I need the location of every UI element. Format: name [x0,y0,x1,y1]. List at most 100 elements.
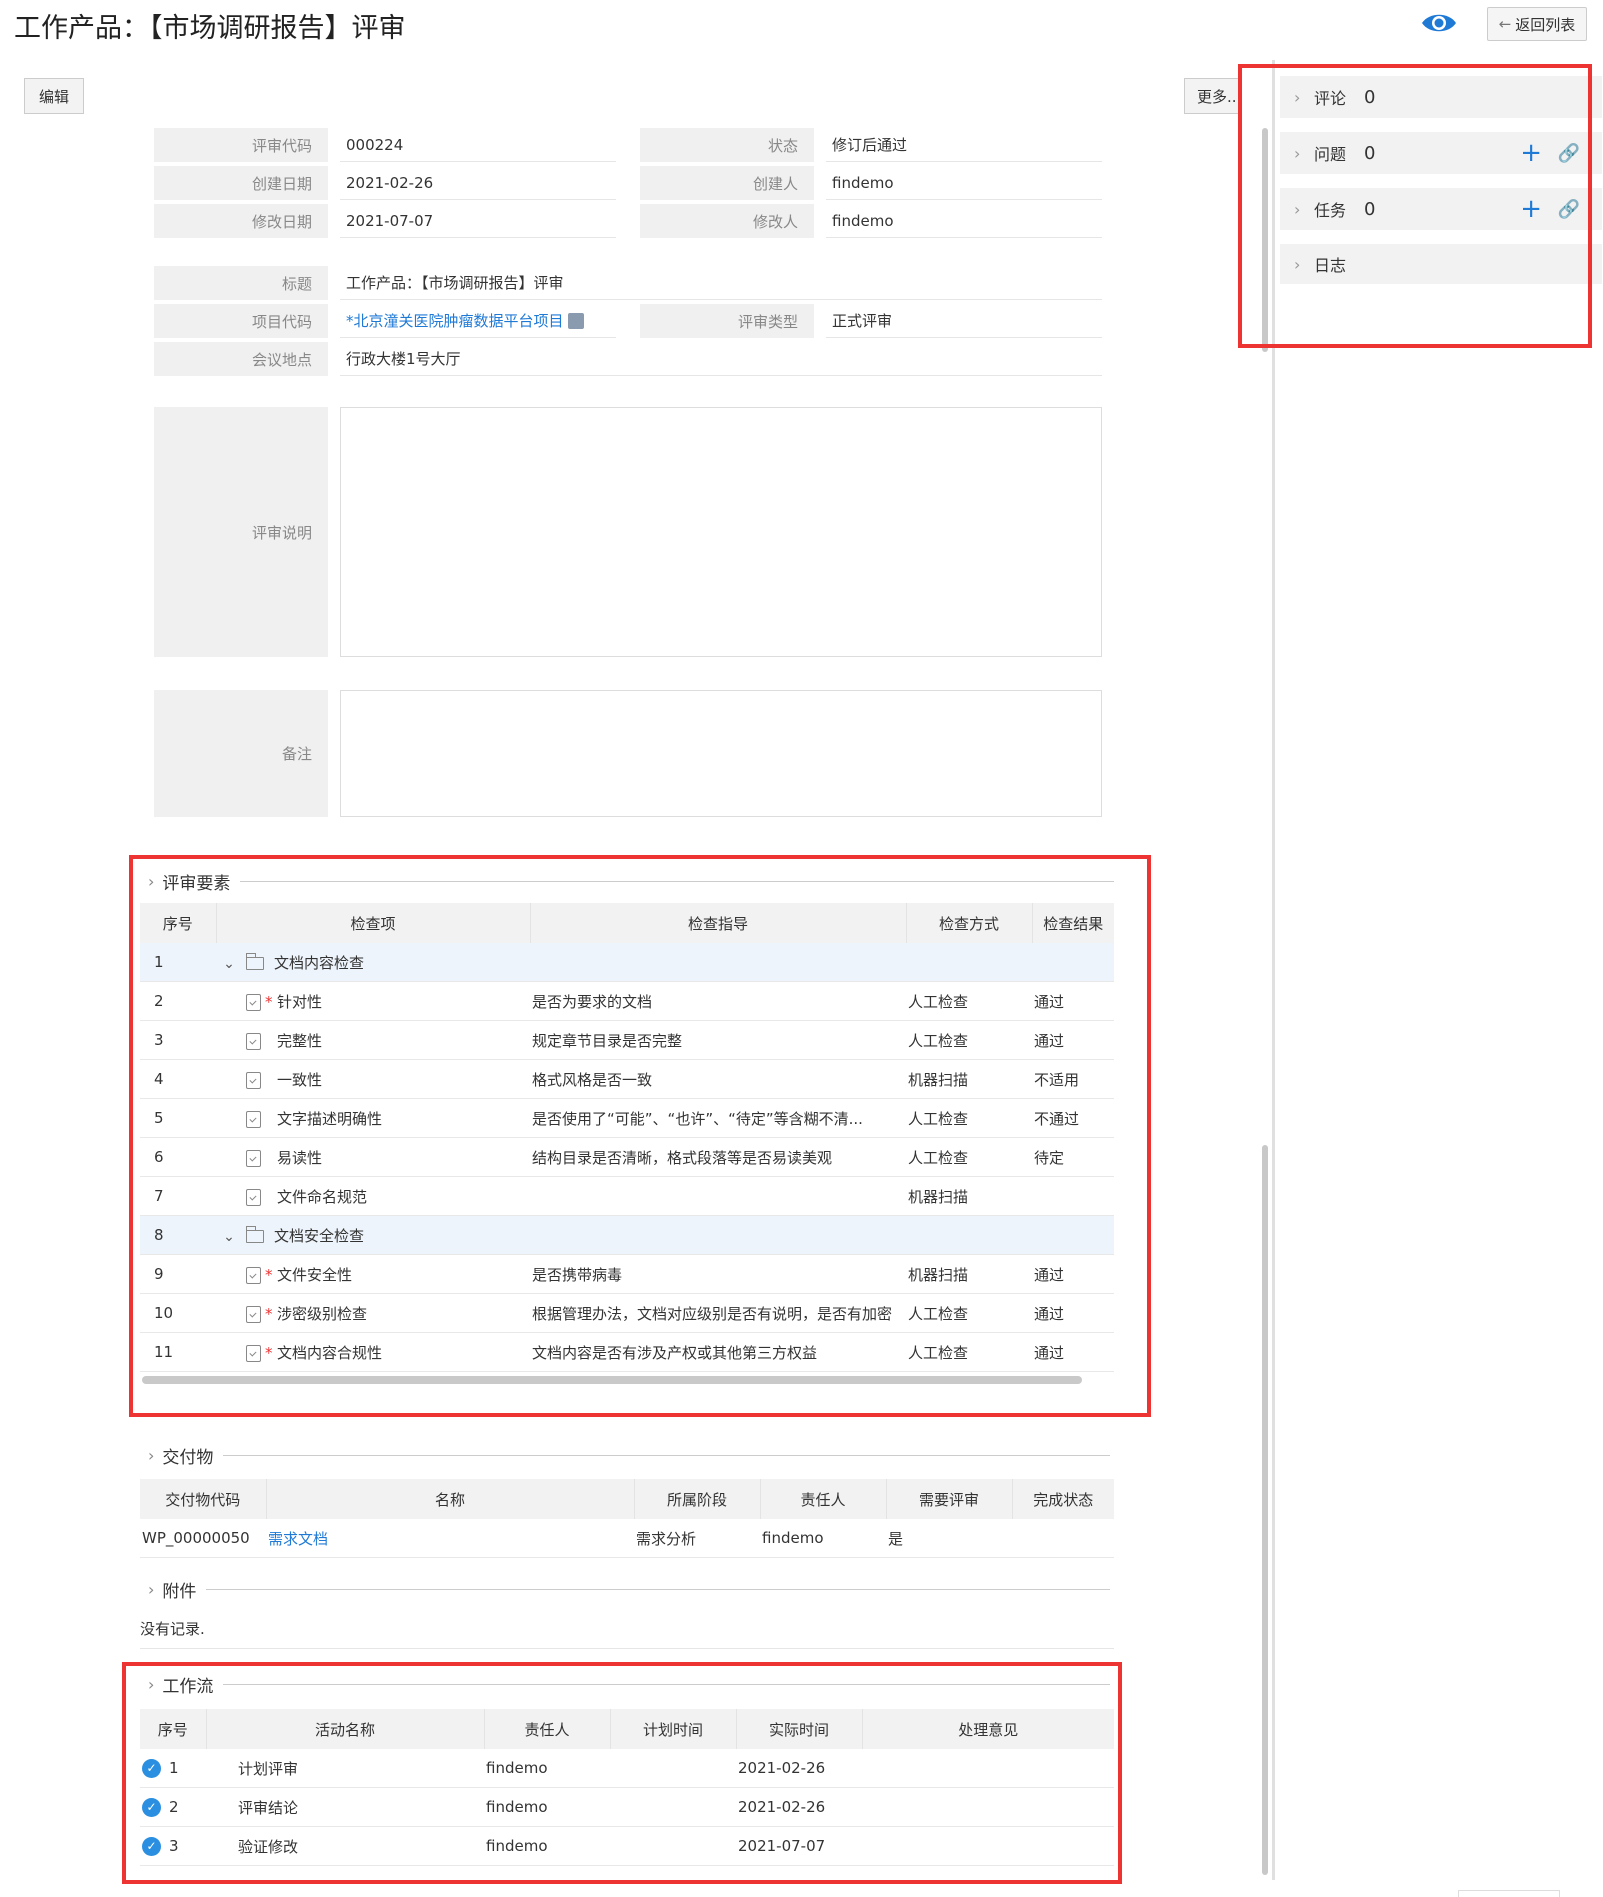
col-header[interactable]: 责任人 [760,1479,887,1519]
deliverable-status [1012,1519,1114,1558]
table-row[interactable]: 10 * 涉密级别检查 根据管理办法，文档对应级别是否有说明，是否有加密 人工检查 通过 [140,1293,1114,1333]
table-row[interactable]: 6 易读性 结构目录是否清晰，格式段落等是否易读美观 人工检查 待定 [140,1137,1114,1177]
vertical-scrollbar-top[interactable] [1262,128,1268,352]
more-button[interactable]: 更多... [1184,78,1242,114]
workflow-step-cell: ✓ 2 [140,1787,206,1827]
check-item-cell: * 涉密级别检查 [216,1293,530,1333]
panel-divider [1272,60,1275,1880]
chevron-down-icon[interactable]: ⌄ [218,956,240,972]
check-item-cell: ⌄ 文档内容检查 [216,943,530,982]
deliverable-name-link[interactable]: 需求文档 [268,1530,328,1548]
table-row[interactable]: 3 完整性 规定章节目录是否完整 人工检查 通过 [140,1020,1114,1060]
required-marker: * [265,992,273,1011]
eye-icon[interactable] [1420,10,1458,36]
chevron-right-icon: › [148,1445,155,1465]
col-header[interactable]: 交付物代码 [140,1479,267,1519]
workflow-header[interactable]: › 工作流 [148,1671,1110,1697]
attachments-empty-text: 没有记录. [140,1618,1114,1649]
workflow-owner: findemo [484,1787,610,1827]
table-row[interactable]: ✓ 3 验证修改 findemo 2021-07-07 [140,1826,1114,1866]
table-row[interactable]: 9 * 文件安全性 是否携带病毒 机器扫描 通过 [140,1254,1114,1294]
col-header[interactable]: 检查结果 [1032,903,1114,943]
add-issue-icon[interactable]: + [1520,140,1542,166]
checklist-icon [246,1032,261,1050]
table-row[interactable]: 11 * 文档内容合规性 文档内容是否有涉及产权或其他第三方权益 人工检查 通过 [140,1332,1114,1372]
check-item-label: 文件命名规范 [277,1187,368,1206]
table-row[interactable]: 2 * 针对性 是否为要求的文档 人工检查 通过 [140,981,1114,1021]
col-header[interactable]: 序号 [140,903,217,943]
col-header[interactable]: 名称 [266,1479,635,1519]
log-label: 日志 [1314,256,1347,275]
description-textarea[interactable] [340,407,1102,657]
review-elements-title: 评审要素 [162,873,231,894]
check-method [906,1215,1032,1255]
project-code-link[interactable]: *北京潼关医院肿瘤数据平台项目 [346,310,564,331]
check-guide: 结构目录是否清晰，格式段落等是否易读美观 [530,1137,906,1177]
col-header[interactable]: 检查项 [216,903,531,943]
add-task-icon[interactable]: + [1520,196,1542,222]
side-issues-row[interactable]: › 问题 0 + 🔗 [1280,132,1602,174]
row-number: 9 [140,1254,216,1294]
deliverables-table: 交付物代码 名称 所属阶段 责任人 需要评审 完成状态 WP_00000050 … [140,1479,1114,1558]
required-marker: * [265,1265,273,1284]
col-header[interactable]: 计划时间 [610,1709,737,1749]
side-tasks-row[interactable]: › 任务 0 + 🔗 [1280,188,1602,230]
horizontal-scrollbar[interactable] [142,1376,1082,1384]
vertical-scrollbar[interactable] [1262,1145,1268,1875]
chevron-down-icon[interactable]: ⌄ [218,1229,240,1245]
review-elements-header[interactable]: › 评审要素 [148,868,1114,894]
table-row[interactable]: ✓ 1 计划评审 findemo 2021-02-26 [140,1749,1114,1788]
table-row[interactable]: 4 一致性 格式风格是否一致 机器扫描 不适用 [140,1059,1114,1099]
link-task-icon[interactable]: 🔗 [1558,199,1580,220]
group-row[interactable]: 1 ⌄ 文档内容检查 [140,943,1114,982]
check-item-cell: 完整性 [216,1020,530,1060]
deliverable-need-review: 是 [886,1519,1012,1558]
attachments-header[interactable]: › 附件 [148,1576,1110,1602]
location-label: 会议地点 [154,342,328,376]
table-row[interactable]: 7 文件命名规范 机器扫描 [140,1176,1114,1216]
project-code-label: 项目代码 [154,304,328,338]
col-header[interactable]: 活动名称 [206,1709,485,1749]
deliverables-header[interactable]: › 交付物 [148,1442,1110,1468]
col-header[interactable]: 序号 [140,1709,207,1749]
deliverable-stage: 需求分析 [634,1519,760,1558]
table-row[interactable]: ✓ 2 评审结论 findemo 2021-02-26 [140,1787,1114,1827]
col-header[interactable]: 检查方式 [906,903,1033,943]
col-header[interactable]: 实际时间 [736,1709,863,1749]
workflow-comment [862,1787,1114,1827]
modifier-value: findemo [826,204,1102,238]
project-lookup-icon[interactable] [567,312,584,329]
check-item-label: 文件安全性 [277,1265,353,1284]
check-guide: 是否使用了“可能”、“也许”、“待定”等含糊不清... [530,1098,906,1138]
chevron-right-icon: › [1294,199,1301,219]
edit-button[interactable]: 编辑 [24,78,84,114]
side-log-row[interactable]: › 日志 [1280,244,1602,284]
check-guide: 规定章节目录是否完整 [530,1020,906,1060]
workflow-step-number: 1 [169,1758,179,1777]
check-result: 不适用 [1032,1059,1114,1099]
col-header[interactable]: 需要评审 [886,1479,1013,1519]
col-header[interactable]: 处理意见 [862,1709,1114,1749]
col-header[interactable]: 检查指导 [530,903,907,943]
review-code-label: 评审代码 [154,128,328,162]
attachments-title: 附件 [162,1581,197,1602]
group-row[interactable]: 8 ⌄ 文档安全检查 [140,1215,1114,1255]
remark-textarea[interactable] [340,690,1102,817]
location-value: 行政大楼1号大厅 [340,342,1102,376]
status-value: 修订后通过 [826,128,1102,162]
link-issue-icon[interactable]: 🔗 [1558,143,1580,164]
creator-value: findemo [826,166,1102,200]
remark-label: 备注 [154,690,328,817]
col-header[interactable]: 所属阶段 [634,1479,761,1519]
review-type-label: 评审类型 [640,304,814,338]
arrow-left-icon: ← [1498,15,1512,33]
check-item-cell: 易读性 [216,1137,530,1177]
table-row[interactable]: WP_00000050 需求文档 需求分析 findemo 是 [140,1519,1114,1558]
col-header[interactable]: 责任人 [484,1709,611,1749]
col-header[interactable]: 完成状态 [1012,1479,1114,1519]
check-circle-icon: ✓ [142,1758,161,1778]
back-to-list-button[interactable]: ← 返回列表 [1487,7,1587,41]
check-method [906,943,1032,982]
side-comments-row[interactable]: › 评论 0 [1280,76,1602,118]
table-row[interactable]: 5 文字描述明确性 是否使用了“可能”、“也许”、“待定”等含糊不清... 人工检查不… [140,1098,1114,1138]
